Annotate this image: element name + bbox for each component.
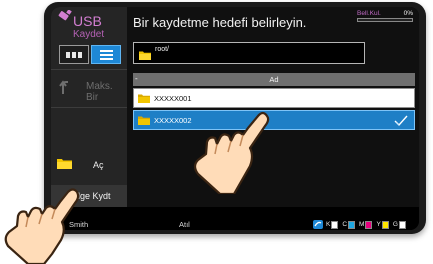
capacity-label: Bell.Kul. <box>357 10 381 17</box>
sidebar-divider <box>51 107 127 108</box>
column-name-label: Ad <box>269 75 279 84</box>
grid-view-icon <box>66 51 82 58</box>
toner-label: Y <box>376 221 381 228</box>
up-arrow-icon <box>59 80 68 94</box>
sidebar-divider <box>51 69 127 70</box>
pointing-hand-icon <box>4 188 80 264</box>
grid-view-button[interactable] <box>59 45 89 64</box>
toner-swatch <box>381 220 389 229</box>
file-name: XXXXX002 <box>154 116 192 125</box>
toner-label: C <box>342 221 348 228</box>
usb-icon <box>58 10 72 21</box>
max-button[interactable]: Maks. Bir <box>51 73 127 103</box>
toner-swatch <box>398 220 406 229</box>
max-label: Maks. Bir <box>86 81 113 103</box>
toner-label: M <box>359 221 365 228</box>
checkmark-icon <box>394 115 408 127</box>
path-text: root/ <box>155 46 170 53</box>
page-title: Bir kaydetme hedefi belirleyin. <box>133 15 307 30</box>
sidebar: USB Kaydet Maks. Bir Aç Blge Kydt <box>51 7 127 207</box>
list-item[interactable]: XXXXX001 <box>133 88 415 108</box>
app-header: USB Kaydet <box>57 10 125 42</box>
status-bar: Smith Atıl K C M Y G <box>51 219 419 230</box>
list-view-icon <box>99 49 113 60</box>
toner-levels: K C M Y G <box>313 220 409 229</box>
folder-icon <box>57 159 72 169</box>
capacity-value: 0% <box>403 10 413 17</box>
toner-icon <box>313 220 323 229</box>
folder-icon <box>138 116 150 125</box>
file-name: XXXXX001 <box>154 94 192 103</box>
toner-label: G <box>392 221 398 228</box>
toner-swatch <box>348 220 356 229</box>
toner-swatch <box>331 220 339 229</box>
main-panel: Bir kaydetme hedefi belirleyin. Bell.Kul… <box>127 7 419 207</box>
column-header-name[interactable]: - Ad <box>133 73 415 86</box>
toner-swatch <box>365 220 373 229</box>
capacity-indicator: Bell.Kul. 0% <box>357 10 413 24</box>
job-status: Atıl <box>179 220 190 229</box>
app-title: USB <box>73 13 102 29</box>
pointing-hand-icon <box>193 111 270 194</box>
path-field: root/ <box>133 42 365 64</box>
view-toggle <box>59 45 121 64</box>
folder-icon <box>139 51 151 60</box>
toner-label: K <box>326 221 331 228</box>
open-label: Aç <box>93 160 104 170</box>
capacity-bar <box>357 18 413 22</box>
folder-icon <box>138 94 150 103</box>
list-item-selected[interactable]: XXXXX002 <box>133 110 415 130</box>
open-button[interactable]: Aç <box>51 152 127 178</box>
app-subtitle: Kaydet <box>73 29 105 40</box>
list-view-button[interactable] <box>91 45 121 64</box>
